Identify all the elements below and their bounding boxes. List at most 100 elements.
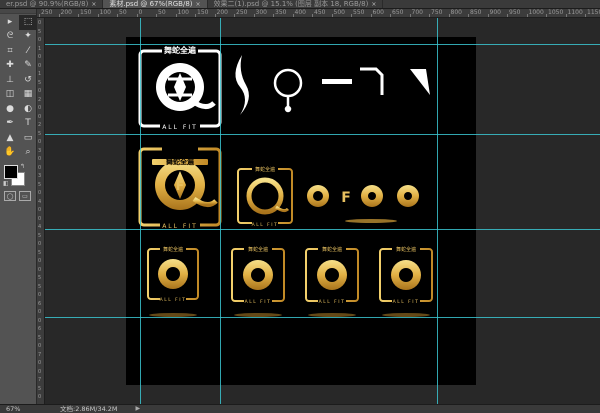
document-tab-label: er.psd @ 90.9%(RGB/8) (6, 0, 89, 8)
blur-tool-icon[interactable]: ● (1, 102, 19, 117)
path-select-tool-icon[interactable]: ▲ (1, 131, 19, 146)
ruler-top-label: 1150 (587, 9, 600, 16)
ruler-top-label: 450 (314, 9, 326, 16)
document-tab[interactable]: 素材.psd @ 67%(RGB/8) × (103, 0, 208, 8)
ruler-left-label: 5 (38, 249, 42, 256)
brush-tool-icon[interactable]: ✎ (19, 59, 37, 74)
eyedropper-tool-icon[interactable]: ⁄ (19, 44, 37, 59)
close-tab-icon[interactable]: × (196, 0, 201, 8)
logo-small-3-sub: ALL FIT (319, 299, 346, 305)
ruler-top-label: 700 (411, 9, 423, 16)
ruler-left-label: 5 (38, 275, 42, 281)
ruler-top-tick (409, 14, 411, 17)
ruler-top-label: 1100 (567, 9, 583, 16)
ruler-left-label: 2 (38, 96, 42, 103)
ruler-top-tick (507, 14, 508, 17)
color-swatches: ↰ ◧ (3, 163, 32, 189)
ruler-left-label: 3 (38, 173, 42, 179)
document-tab[interactable]: er.psd @ 90.9%(RGB/8) × (0, 0, 104, 8)
hand-tool-icon[interactable]: ✋ (1, 146, 19, 161)
logo-gold-title: 舞蛇全遍 (166, 157, 195, 166)
ruler-top-label: 250 (236, 9, 248, 16)
ruler-top-tick (585, 14, 586, 17)
ruler-top-tick (331, 14, 333, 17)
ruler-top-label: 850 (470, 9, 482, 16)
document-tab-label: 效果二(1).psd @ 15.1% (图层 副本 18, RGB/8) (213, 0, 369, 8)
logo-gold-medium (237, 164, 293, 228)
ruler-left-label: 0 (38, 88, 42, 94)
ruler-top-tick (351, 14, 352, 17)
logo-gold-medium-sub: ALL FIT (252, 222, 279, 228)
crop-tool-icon[interactable]: ⌗ (1, 44, 19, 59)
screen-mode-icon[interactable]: ▭ (19, 191, 31, 201)
ruler-left-label: 0 (38, 164, 42, 171)
close-tab-icon[interactable]: × (371, 0, 376, 8)
clone-stamp-tool-icon[interactable]: ⊥ (1, 73, 19, 88)
ruler-top-tick (39, 14, 40, 17)
ruler-top-tick (156, 14, 157, 17)
logo-small-2-sub: ALL FIT (245, 299, 272, 305)
logo-gold-glyph: F (176, 179, 184, 193)
ruler-left-label: 0 (38, 113, 42, 120)
logo-small-2 (231, 244, 285, 306)
ruler-left-label: 1 (38, 45, 42, 52)
ruler-top-label: 350 (275, 9, 287, 16)
document-tab[interactable]: 效果二(1).psd @ 15.1% (图层 副本 18, RGB/8) × (208, 0, 384, 8)
zoom-level[interactable]: 67% (6, 405, 36, 413)
ruler-top-label: 200 (216, 9, 228, 16)
logo-small-2-title: 舞蛇全遍 (248, 246, 268, 253)
pen-tool-icon[interactable]: ✒ (1, 117, 19, 132)
ruler-top-label: 50 (119, 9, 127, 16)
logo-small-3-title: 舞蛇全遍 (322, 246, 342, 253)
artwork: 舞蛇全遍 ALL FIT F 舞蛇全遍 ALL FIT F 舞蛇全遍 ALL F… (138, 45, 433, 317)
type-tool-icon[interactable]: T (19, 117, 37, 132)
dodge-tool-icon[interactable]: ◐ (19, 102, 37, 117)
zoom-tool-icon[interactable]: ⌕ (19, 146, 37, 161)
healing-brush-tool-icon[interactable]: ✚ (1, 59, 19, 74)
guide-vertical-2[interactable] (220, 18, 221, 404)
ruler-left-label: 0 (38, 139, 42, 145)
document-canvas[interactable]: 舞蛇全遍 ALL FIT F 舞蛇全遍 ALL FIT F 舞蛇全遍 ALL F… (126, 37, 476, 385)
piece-corner-hook (360, 67, 384, 95)
guide-horizontal-3[interactable] (45, 229, 600, 230)
guide-vertical-1[interactable] (140, 18, 141, 404)
status-menu-arrow-icon[interactable]: ▶ (136, 405, 141, 413)
eraser-tool-icon[interactable]: ◫ (1, 88, 19, 103)
lasso-tool-icon[interactable]: ᘓ (1, 30, 19, 45)
quick-mask-icon[interactable]: ◯ (4, 191, 16, 201)
close-tab-icon[interactable]: × (91, 0, 96, 8)
ruler-left-label: 0 (38, 20, 42, 26)
guide-horizontal-1[interactable] (45, 44, 600, 45)
ruler-top-tick (253, 14, 255, 17)
move-tool-icon[interactable]: ▸ (1, 15, 19, 30)
guide-horizontal-2[interactable] (45, 134, 600, 135)
piece-circle-stem (273, 68, 303, 113)
ruler-top-tick (526, 14, 528, 17)
shape-tool-icon[interactable]: ▭ (19, 131, 37, 146)
ruler-top-tick (273, 14, 274, 17)
piece-minus-bar (322, 79, 352, 84)
swap-colors-icon[interactable]: ↰ (20, 163, 25, 170)
horizontal-ruler[interactable]: 250 200 150 100 50 0 50 100 150 200 250 300 350 400 45… (37, 9, 600, 18)
document-size: 文档:2.86M/34.2M (60, 405, 118, 413)
vertical-ruler[interactable]: 0 5 0 1 0 0 1 5 0 2 0 0 2 5 0 3 0 0 3 5 0 4 0 0 4 5 0 5 0 0 5 5 0 6 0 0 6 5 0 7… (37, 18, 45, 404)
history-brush-tool-icon[interactable]: ↺ (19, 73, 37, 88)
marquee-tool-icon[interactable]: ⬚ (19, 15, 37, 30)
default-colors-icon[interactable]: ◧ (3, 180, 9, 187)
guide-vertical-3[interactable] (437, 18, 438, 404)
ruler-left-label: 0 (38, 292, 42, 298)
ruler-top-label: 50 (158, 9, 166, 16)
quick-select-tool-icon[interactable]: ✦ (19, 30, 37, 45)
ruler-top-tick (292, 14, 294, 17)
ruler-top-tick (312, 14, 313, 17)
ruler-top-label: 650 (392, 9, 404, 16)
foreground-color-swatch[interactable] (4, 165, 18, 179)
logo-white-glyph: F (176, 81, 184, 95)
guide-horizontal-4[interactable] (45, 317, 600, 318)
ruler-left-label: 4 (38, 224, 42, 230)
ruler-left-label: 6 (38, 300, 42, 307)
ruler-left-label: 0 (38, 190, 42, 196)
ruler-top-tick (448, 14, 450, 17)
gradient-tool-icon[interactable]: ▦ (19, 88, 37, 103)
quick-mask-controls: ◯ ▭ (4, 191, 31, 201)
